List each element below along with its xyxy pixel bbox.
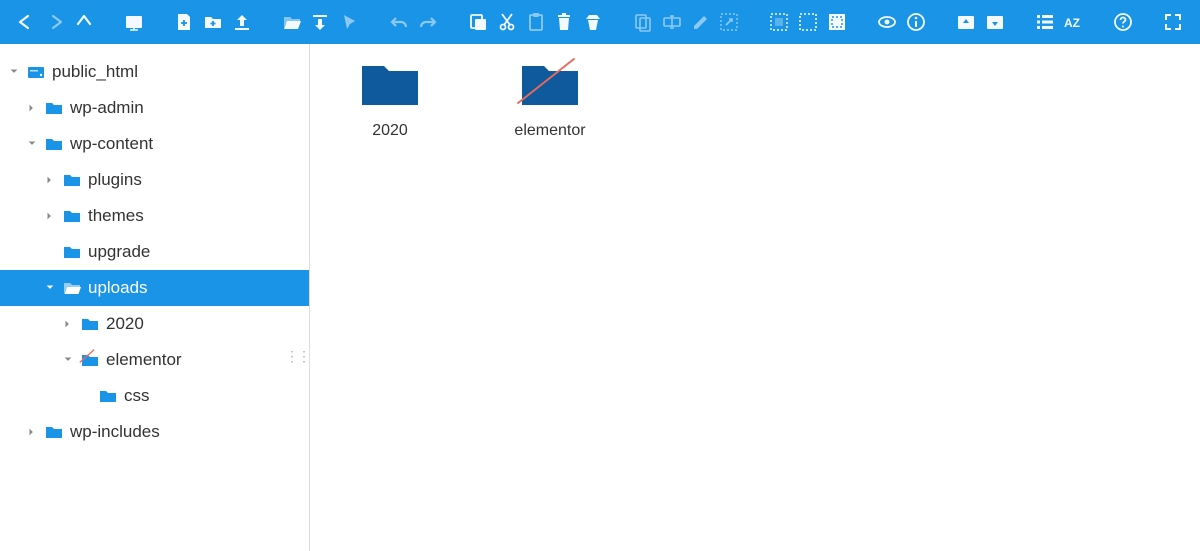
- edit-icon: [690, 11, 711, 33]
- tree-node-public-html[interactable]: public_html: [0, 54, 309, 90]
- cursor-icon: [339, 11, 360, 33]
- rename-icon: [661, 11, 682, 33]
- toolbar: [0, 0, 1200, 44]
- tree-node-label: uploads: [88, 278, 148, 298]
- tree-node-label: plugins: [88, 170, 142, 190]
- tree-node-label: wp-includes: [70, 422, 160, 442]
- duplicate-icon: [633, 11, 654, 33]
- folder-item-label: elementor: [514, 122, 585, 140]
- tree-node-upgrade[interactable]: upgrade: [0, 234, 309, 270]
- sidebar-resize-handle[interactable]: ⋮⋮: [285, 348, 309, 365]
- new-folder-icon[interactable]: [202, 11, 223, 33]
- tree-node-label: themes: [88, 206, 144, 226]
- expand-arrow-icon[interactable]: [44, 174, 56, 186]
- tree-node-themes[interactable]: themes: [0, 198, 309, 234]
- folder-contents: 2020 elementor: [310, 44, 1200, 551]
- tree-node-wp-content[interactable]: wp-content: [0, 126, 309, 162]
- netdrive-icon[interactable]: [124, 11, 145, 33]
- folder-item-label: 2020: [372, 122, 408, 140]
- folder-icon: [62, 170, 82, 190]
- tree-node-label: wp-admin: [70, 98, 144, 118]
- resize-icon: [719, 11, 740, 33]
- back-icon[interactable]: [16, 11, 37, 33]
- select-none-icon[interactable]: [798, 11, 819, 33]
- collapse-arrow-icon[interactable]: [26, 138, 38, 150]
- folder-strike-icon: [80, 350, 100, 370]
- folder-icon: [62, 242, 82, 262]
- tree-node-elementor[interactable]: elementor: [0, 342, 309, 378]
- cut-icon[interactable]: [496, 11, 517, 33]
- folder-item-elementor[interactable]: elementor: [490, 58, 610, 140]
- folder-icon: [358, 58, 422, 112]
- delete-icon[interactable]: [554, 11, 575, 33]
- folder-strike-icon: [518, 58, 582, 112]
- image-up-icon[interactable]: [955, 11, 976, 33]
- empty-trash-icon[interactable]: [583, 11, 604, 33]
- upload-icon[interactable]: [231, 11, 252, 33]
- fullscreen-icon[interactable]: [1163, 11, 1184, 33]
- folder-icon: [80, 314, 100, 334]
- tree-node-label: wp-content: [70, 134, 153, 154]
- preview-icon[interactable]: [877, 11, 898, 33]
- redo-icon: [418, 11, 439, 33]
- tree-node-label: elementor: [106, 350, 182, 370]
- forward-icon: [45, 11, 66, 33]
- invert-selection-icon[interactable]: [827, 11, 848, 33]
- expand-arrow-icon[interactable]: [62, 318, 74, 330]
- folder-icon: [98, 386, 118, 406]
- view-list-icon[interactable]: [1034, 11, 1055, 33]
- copy-icon[interactable]: [468, 11, 489, 33]
- tree-node-label: public_html: [52, 62, 138, 82]
- tree-node-uploads[interactable]: uploads: [0, 270, 309, 306]
- image-down-icon[interactable]: [984, 11, 1005, 33]
- tree-node-2020[interactable]: 2020: [0, 306, 309, 342]
- folder-icon: [44, 134, 64, 154]
- folder-icon: [44, 98, 64, 118]
- tree-node-wp-admin[interactable]: wp-admin: [0, 90, 309, 126]
- help-icon[interactable]: [1113, 11, 1134, 33]
- tree-node-label: upgrade: [88, 242, 150, 262]
- tree-node-plugins[interactable]: plugins: [0, 162, 309, 198]
- sort-az-icon[interactable]: [1063, 11, 1084, 33]
- tree-node-css[interactable]: css: [0, 378, 309, 414]
- new-file-icon[interactable]: [174, 11, 195, 33]
- tree-node-label: css: [124, 386, 150, 406]
- tree-node-wp-includes[interactable]: wp-includes: [0, 414, 309, 450]
- info-icon[interactable]: [905, 11, 926, 33]
- expand-arrow-icon[interactable]: [26, 102, 38, 114]
- open-icon[interactable]: [281, 11, 302, 33]
- collapse-arrow-icon[interactable]: [62, 354, 74, 366]
- collapse-arrow-icon[interactable]: [44, 282, 56, 294]
- paste-icon: [525, 11, 546, 33]
- undo-icon: [389, 11, 410, 33]
- expand-arrow-icon[interactable]: [44, 210, 56, 222]
- collapse-arrow-icon[interactable]: [8, 66, 20, 78]
- download-icon[interactable]: [310, 11, 331, 33]
- folder-item-2020[interactable]: 2020: [330, 58, 450, 140]
- disk-icon: [26, 62, 46, 82]
- folder-tree-sidebar: public_html wp-admin wp-content plugins them…: [0, 44, 310, 551]
- select-all-icon[interactable]: [769, 11, 790, 33]
- folder-icon: [62, 206, 82, 226]
- expand-arrow-icon[interactable]: [26, 426, 38, 438]
- up-icon[interactable]: [74, 11, 95, 33]
- folder-icon: [44, 422, 64, 442]
- folder-open-icon: [62, 278, 82, 298]
- tree-node-label: 2020: [106, 314, 144, 334]
